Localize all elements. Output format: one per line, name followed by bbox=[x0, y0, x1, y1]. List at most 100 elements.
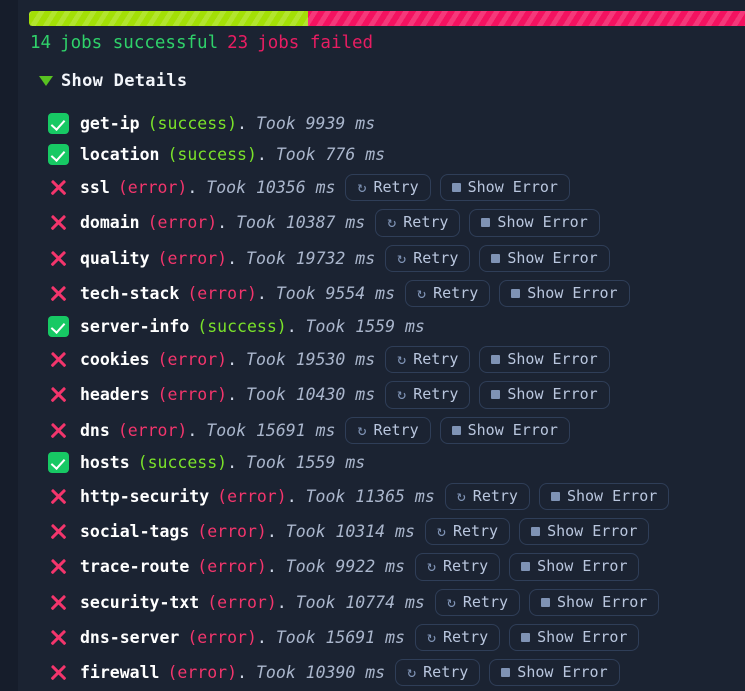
show-error-button[interactable]: Show Error bbox=[509, 553, 640, 581]
error-x-icon bbox=[48, 556, 69, 577]
job-status-period: . bbox=[286, 316, 297, 336]
retry-button[interactable]: ↻ Retry bbox=[395, 659, 481, 687]
job-duration: Took 1559 ms bbox=[305, 316, 425, 336]
job-duration: Took 19530 ms bbox=[246, 350, 376, 370]
error-x-icon bbox=[48, 627, 69, 648]
job-duration: Took 776 ms bbox=[275, 144, 386, 164]
retry-button[interactable]: ↻ Retry bbox=[345, 416, 431, 444]
retry-button[interactable]: ↻ Retry bbox=[414, 553, 501, 581]
error-x-icon bbox=[48, 486, 69, 507]
retry-button[interactable]: ↻ Retry bbox=[375, 209, 461, 237]
job-duration: Took 9554 ms bbox=[275, 283, 396, 303]
stop-square-icon bbox=[541, 597, 551, 607]
job-row: dns-server (error). Took 15691 ms ↻ Retry Sho… bbox=[48, 623, 745, 651]
job-row: get-ip (success). Took 9939 ms bbox=[48, 112, 745, 134]
refresh-icon: ↻ bbox=[436, 522, 446, 541]
success-check-icon bbox=[48, 315, 69, 337]
job-status-label: (error) bbox=[197, 557, 267, 577]
job-list: get-ip (success). Took 9939 ms location (suc… bbox=[48, 112, 745, 691]
job-status-period: . bbox=[266, 557, 277, 577]
success-check-icon bbox=[48, 452, 69, 474]
retry-button[interactable]: ↻ Retry bbox=[405, 279, 491, 307]
job-actions: ↻ Retry Show Error bbox=[434, 588, 660, 616]
job-actions: ↻ Retry Show Error bbox=[375, 209, 600, 237]
job-status-period: . bbox=[237, 663, 247, 683]
job-status-period: . bbox=[256, 283, 267, 303]
retry-button[interactable]: ↻ Retry bbox=[424, 518, 511, 546]
progress-bar-failure-segment bbox=[307, 11, 745, 26]
job-status-label: (error) bbox=[197, 522, 267, 542]
job-row: security-txt (error). Took 10774 ms ↻ Retry S… bbox=[48, 588, 745, 616]
job-name: http-security bbox=[80, 486, 210, 506]
show-error-button-label: Show Error bbox=[557, 592, 648, 611]
show-details-label: Show Details bbox=[61, 71, 188, 91]
error-x-icon bbox=[48, 283, 69, 304]
show-error-button[interactable]: Show Error bbox=[538, 482, 670, 510]
show-error-button[interactable]: Show Error bbox=[529, 588, 660, 616]
job-status-period: . bbox=[227, 385, 238, 405]
job-name: location bbox=[80, 144, 160, 164]
retry-button[interactable]: ↻ Retry bbox=[345, 174, 431, 202]
job-row: hosts (success). Took 1559 ms bbox=[48, 452, 745, 474]
retry-button[interactable]: ↻ Retry bbox=[385, 381, 471, 409]
show-error-button-label: Show Error bbox=[507, 385, 598, 404]
error-x-icon bbox=[48, 662, 69, 683]
refresh-icon: ↻ bbox=[417, 283, 427, 302]
show-error-button[interactable]: Show Error bbox=[479, 381, 610, 409]
error-x-icon bbox=[48, 521, 69, 542]
retry-button[interactable]: ↻ Retry bbox=[385, 346, 471, 374]
show-error-button[interactable]: Show Error bbox=[499, 279, 630, 307]
job-status-label: (error) bbox=[147, 213, 218, 233]
show-error-button-label: Show Error bbox=[467, 420, 558, 439]
job-name: social-tags bbox=[80, 522, 190, 542]
job-status-label: (error) bbox=[157, 350, 228, 370]
show-error-button[interactable]: Show Error bbox=[439, 174, 570, 202]
show-error-button[interactable]: Show Error bbox=[509, 623, 640, 651]
show-error-button[interactable]: Show Error bbox=[479, 346, 610, 374]
failure-count: 23 bbox=[227, 33, 249, 53]
job-status-label: (error) bbox=[157, 248, 228, 268]
retry-button-label: Retry bbox=[413, 350, 459, 368]
stop-square-icon bbox=[501, 668, 511, 678]
job-status-label: (success) bbox=[137, 453, 228, 473]
retry-button-label: Retry bbox=[423, 663, 469, 681]
job-duration: Took 10387 ms bbox=[236, 213, 366, 233]
refresh-icon: ↻ bbox=[397, 385, 407, 404]
job-status-period: . bbox=[276, 592, 287, 612]
show-error-button[interactable]: Show Error bbox=[479, 244, 610, 272]
refresh-icon: ↻ bbox=[397, 248, 407, 267]
show-error-button-label: Show Error bbox=[507, 350, 598, 368]
show-error-button-label: Show Error bbox=[467, 178, 558, 196]
stop-square-icon bbox=[491, 390, 501, 400]
show-error-button-label: Show Error bbox=[507, 248, 598, 267]
refresh-icon: ↻ bbox=[387, 213, 397, 232]
error-x-icon bbox=[48, 248, 69, 269]
refresh-icon: ↻ bbox=[407, 663, 417, 682]
retry-button-label: Retry bbox=[433, 283, 479, 302]
retry-button[interactable]: ↻ Retry bbox=[444, 482, 530, 510]
show-error-button[interactable]: Show Error bbox=[469, 209, 600, 237]
triangle-down-icon bbox=[39, 76, 53, 86]
refresh-icon: ↻ bbox=[397, 350, 407, 369]
failure-label: jobs failed bbox=[257, 33, 374, 53]
progress-bar bbox=[29, 11, 745, 26]
stop-square-icon bbox=[491, 355, 501, 365]
job-name: quality bbox=[80, 248, 150, 268]
show-error-button[interactable]: Show Error bbox=[489, 659, 620, 687]
retry-button[interactable]: ↻ Retry bbox=[385, 244, 471, 272]
success-count: 14 bbox=[30, 33, 52, 53]
stop-square-icon bbox=[451, 425, 461, 435]
retry-button[interactable]: ↻ Retry bbox=[414, 623, 501, 651]
show-error-button-label: Show Error bbox=[537, 627, 628, 646]
show-error-button[interactable]: Show Error bbox=[439, 416, 570, 444]
job-row: http-security (error). Took 11365 ms ↻ Retry… bbox=[48, 482, 745, 510]
show-details-toggle[interactable]: Show Details bbox=[39, 71, 187, 91]
error-x-icon bbox=[48, 177, 69, 198]
show-error-button[interactable]: Show Error bbox=[519, 518, 650, 546]
error-x-icon bbox=[48, 420, 69, 441]
job-status-period: . bbox=[256, 144, 267, 164]
retry-button-label: Retry bbox=[443, 627, 489, 646]
refresh-icon: ↻ bbox=[426, 557, 437, 576]
retry-button[interactable]: ↻ Retry bbox=[434, 588, 521, 616]
job-actions: ↻ Retry Show Error bbox=[414, 553, 640, 581]
